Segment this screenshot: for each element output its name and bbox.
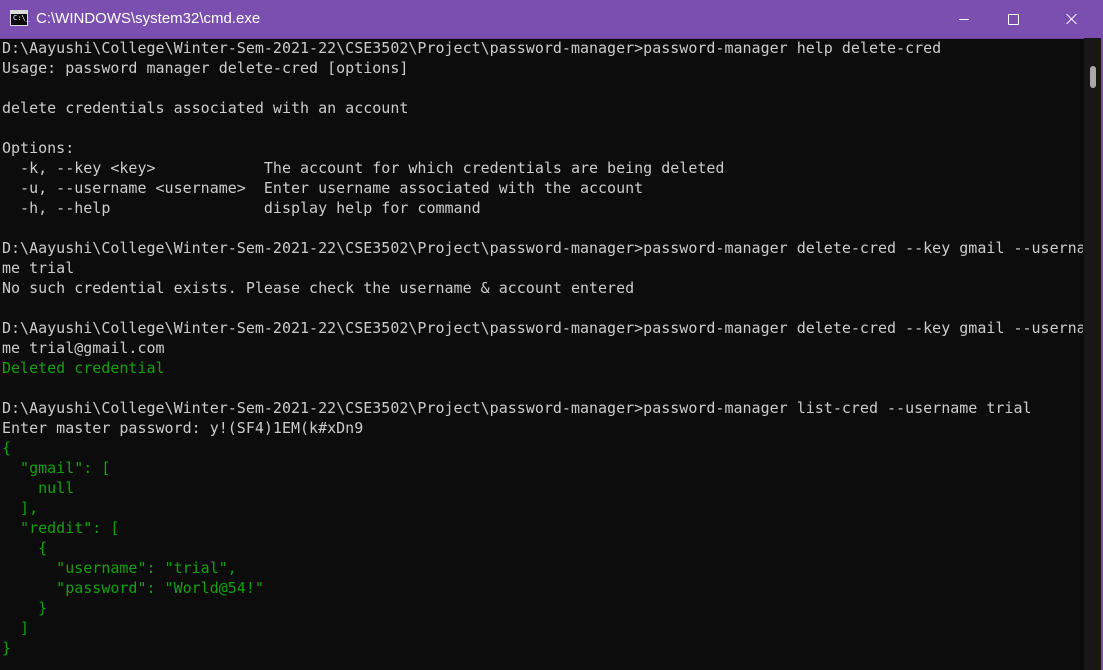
- minimize-icon: [959, 18, 969, 20]
- close-button[interactable]: [1049, 0, 1095, 38]
- maximize-icon: [1007, 13, 1019, 25]
- console-line: -k, --key <key> The account for which cr…: [2, 159, 725, 177]
- console-line: "password": "World@54!": [2, 579, 264, 597]
- cmd-icon-prompt: C:\_: [13, 14, 30, 22]
- console-line: "username": "trial",: [2, 559, 237, 577]
- console-line: D:\Aayushi\College\Winter-Sem-2021-22\CS…: [2, 399, 1032, 417]
- console-line: Options:: [2, 139, 75, 157]
- console-line: Enter master password: y!(SF4)1EM(k#xDn9: [2, 419, 364, 437]
- console-line: null: [2, 479, 75, 497]
- console-line: ]: [2, 619, 30, 637]
- cmd-app-icon[interactable]: C:\_: [10, 10, 30, 26]
- cmd-window: C:\_ C:\WINDOWS\system32\cmd.exe D:\Aayu…: [0, 0, 1103, 670]
- console-line: "gmail": [: [2, 459, 111, 477]
- scrollbar-thumb[interactable]: [1090, 66, 1096, 88]
- console-line: -u, --username <username> Enter username…: [2, 179, 644, 197]
- minimize-button[interactable]: [941, 0, 987, 38]
- console-line: D:\Aayushi\College\Winter-Sem-2021-22\CS…: [2, 319, 1083, 337]
- console-line: Deleted credential: [2, 359, 165, 377]
- console-line: }: [2, 639, 12, 657]
- console-line: -h, --help display help for command: [2, 199, 481, 217]
- console-line: D:\Aayushi\College\Winter-Sem-2021-22\CS…: [2, 39, 942, 57]
- window-title: C:\WINDOWS\system32\cmd.exe: [36, 10, 261, 27]
- console-line: delete credentials associated with an ac…: [2, 99, 409, 117]
- close-icon: [1066, 13, 1078, 25]
- console-line: Usage: password manager delete-cred [opt…: [2, 59, 409, 77]
- console-line: me trial: [2, 259, 75, 277]
- console-line: D:\Aayushi\College\Winter-Sem-2021-22\CS…: [2, 239, 1083, 257]
- vertical-scrollbar[interactable]: [1084, 38, 1101, 670]
- title-bar[interactable]: C:\_ C:\WINDOWS\system32\cmd.exe: [0, 0, 1103, 39]
- console-output[interactable]: D:\Aayushi\College\Winter-Sem-2021-22\CS…: [0, 38, 1083, 670]
- maximize-button[interactable]: [990, 0, 1036, 38]
- console-line: }: [2, 599, 48, 617]
- console-line: me trial@gmail.com: [2, 339, 165, 357]
- console-line: No such credential exists. Please check …: [2, 279, 635, 297]
- console-line: {: [2, 439, 12, 457]
- console-line: ],: [2, 499, 39, 517]
- console-line: "reddit": [: [2, 519, 120, 537]
- console-line: {: [2, 539, 48, 557]
